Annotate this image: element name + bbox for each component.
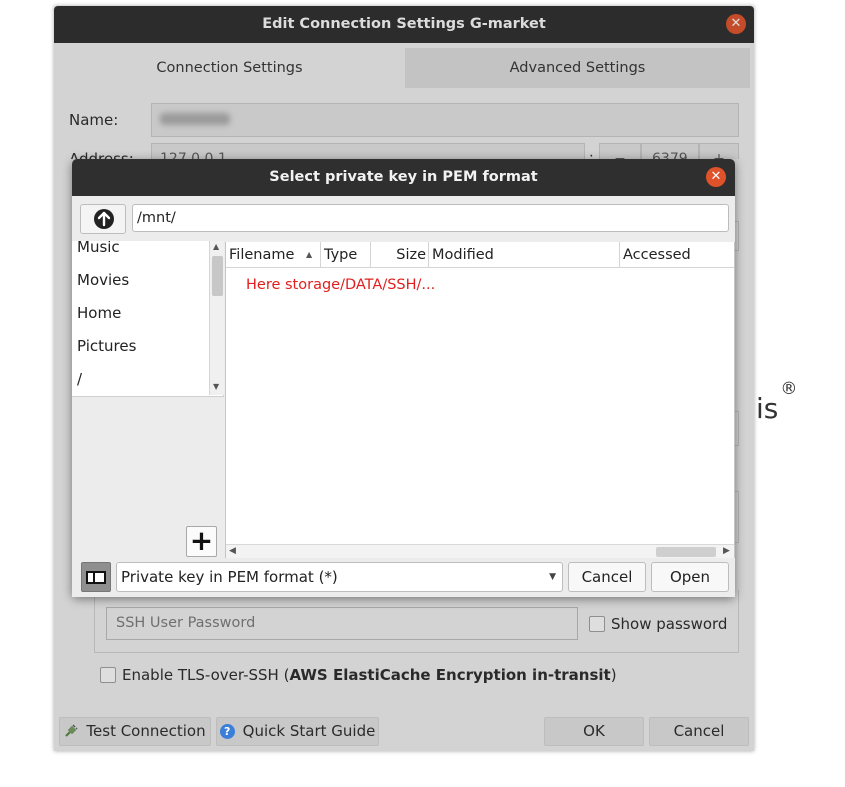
test-connection-label: Test Connection xyxy=(86,722,206,740)
sort-ascending-icon: ▲ xyxy=(306,250,313,259)
tab-connection-settings[interactable]: Connection Settings xyxy=(54,48,405,88)
name-label: Name: xyxy=(69,111,119,129)
window-title: Edit Connection Settings G-market xyxy=(262,16,546,32)
file-list[interactable]: Filename ▲ Type Size Modified Accessed He… xyxy=(225,242,735,558)
help-icon: ? xyxy=(219,724,235,739)
tls-over-ssh-label: Enable TLS-over-SSH (AWS ElastiCache Enc… xyxy=(122,666,617,684)
auth-field-edge xyxy=(735,221,739,251)
sidebar-item-root[interactable]: / xyxy=(77,370,82,388)
tls-label-prefix: Enable TLS-over-SSH ( xyxy=(122,666,290,684)
parent-directory-button[interactable] xyxy=(80,204,126,234)
window-close-icon[interactable]: ✕ xyxy=(726,14,746,34)
registered-mark: ® xyxy=(780,378,798,399)
name-value-blurred xyxy=(160,113,230,125)
empty-list-placeholder: Here storage/DATA/SSH/... xyxy=(246,277,436,293)
sidebar-toggle-icon xyxy=(86,571,106,584)
brand-text-fragment: is xyxy=(756,392,779,425)
address-field[interactable]: 127.0.0.1 xyxy=(151,143,585,159)
sidebar-item-pictures[interactable]: Pictures xyxy=(77,337,136,355)
scroll-up-icon[interactable]: ▲ xyxy=(213,242,219,251)
tls-label-suffix: ) xyxy=(610,666,617,684)
dialog-bottom-bar: Private key in PEM format (*) ▼ Cancel O… xyxy=(72,558,735,597)
column-header-filename[interactable]: Filename ▲ xyxy=(226,242,321,268)
hscroll-thumb[interactable] xyxy=(656,547,716,557)
dialog-cancel-button[interactable]: Cancel xyxy=(568,562,646,592)
quick-start-guide-button[interactable]: ? Quick Start Guide xyxy=(216,717,379,746)
port-minus-button[interactable]: − xyxy=(599,143,641,159)
sidebar-scroll-thumb[interactable] xyxy=(212,256,223,296)
path-input[interactable]: /mnt/ xyxy=(132,204,729,232)
dialog-titlebar: Select private key in PEM format ✕ xyxy=(72,159,735,196)
column-header-size[interactable]: Size xyxy=(371,242,429,268)
tls-over-ssh-checkbox[interactable] xyxy=(100,667,116,683)
name-field[interactable] xyxy=(151,103,739,137)
sidebar-item-home[interactable]: Home xyxy=(77,304,121,322)
address-port-colon: : xyxy=(589,150,594,159)
redis-brand-text: is® xyxy=(756,379,797,425)
ssh-password-input[interactable]: SSH User Password xyxy=(106,607,578,640)
cancel-button[interactable]: Cancel xyxy=(649,717,749,746)
add-place-button[interactable]: + xyxy=(186,526,217,557)
ssh-key-field-edge xyxy=(735,491,739,543)
arrow-up-icon xyxy=(94,209,114,229)
port-plus-button[interactable]: + xyxy=(699,143,739,159)
show-password-checkbox[interactable] xyxy=(589,616,605,632)
places-sidebar: Music Movies Home Pictures / xyxy=(72,241,224,396)
scroll-down-icon[interactable]: ▼ xyxy=(213,382,219,391)
dialog-close-icon[interactable]: ✕ xyxy=(706,167,726,187)
plug-icon xyxy=(65,724,78,737)
dialog-title: Select private key in PEM format xyxy=(269,169,538,185)
ssh-host-field-edge xyxy=(735,411,739,446)
file-type-filter-select[interactable]: Private key in PEM format (*) ▼ xyxy=(116,562,563,592)
column-header-modified[interactable]: Modified xyxy=(429,242,620,268)
toggle-sidebar-button[interactable] xyxy=(81,562,111,592)
sidebar-item-movies[interactable]: Movies xyxy=(77,271,129,289)
chevron-down-icon: ▼ xyxy=(549,572,556,582)
column-header-type[interactable]: Type xyxy=(321,242,371,268)
tls-label-bold: AWS ElastiCache Encryption in-transit xyxy=(289,666,611,684)
window-titlebar: Edit Connection Settings G-market ✕ xyxy=(54,6,754,43)
quick-start-label: Quick Start Guide xyxy=(242,722,376,740)
scroll-right-icon[interactable]: ▶ xyxy=(723,546,730,556)
port-field[interactable]: 6379 xyxy=(641,143,699,159)
file-list-hscrollbar[interactable]: ◀ ▶ xyxy=(226,544,734,558)
sidebar-item-music[interactable]: Music xyxy=(77,241,120,256)
test-connection-button[interactable]: Test Connection xyxy=(59,717,211,746)
scroll-left-icon[interactable]: ◀ xyxy=(229,546,236,556)
show-password-label: Show password xyxy=(611,615,728,633)
sidebar-scrollbar[interactable]: ▲ ▼ xyxy=(209,241,224,395)
address-label: Address: xyxy=(69,150,134,159)
column-header-accessed[interactable]: Accessed xyxy=(620,242,734,268)
filename-header-label: Filename xyxy=(229,247,295,263)
select-pem-key-dialog: Select private key in PEM format ✕ /mnt/… xyxy=(72,159,735,597)
dialog-open-button[interactable]: Open xyxy=(651,562,729,592)
ok-button[interactable]: OK xyxy=(544,717,644,746)
filter-selected-value: Private key in PEM format (*) xyxy=(121,568,338,586)
tab-advanced-settings[interactable]: Advanced Settings xyxy=(405,48,750,88)
